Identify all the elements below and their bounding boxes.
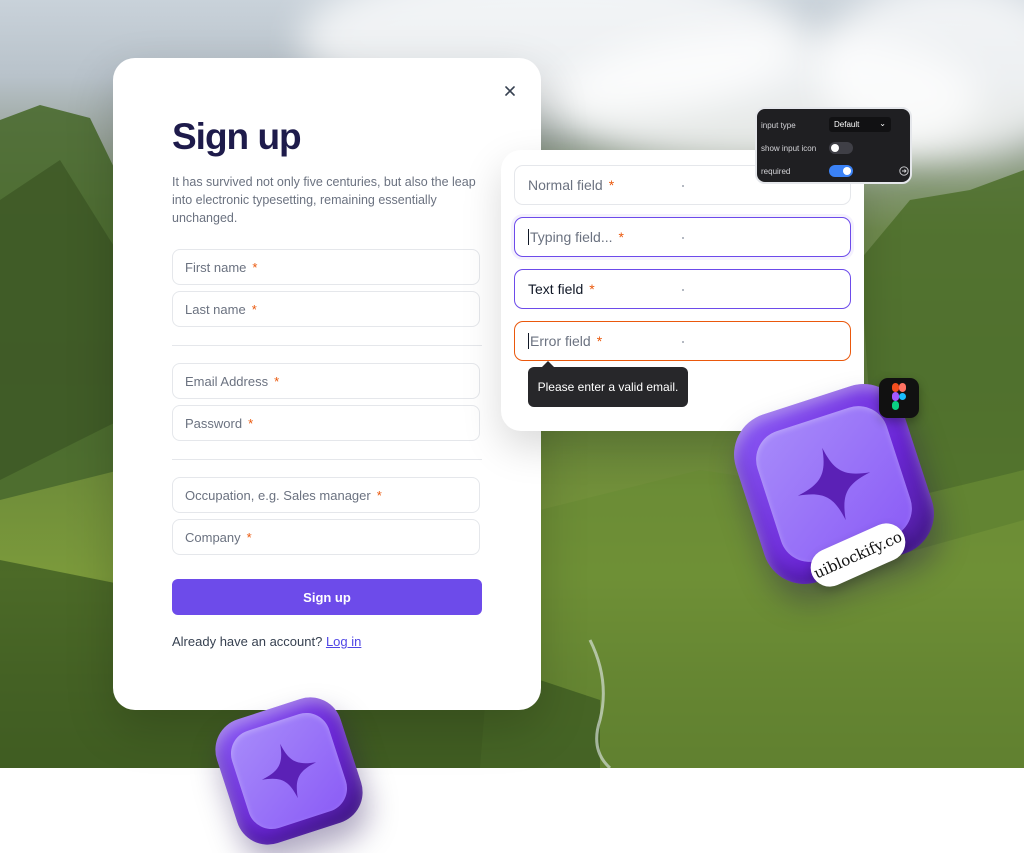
field-label: Typing field...: [530, 229, 613, 245]
show-input-icon-toggle[interactable]: [829, 142, 853, 154]
login-link[interactable]: Log in: [326, 634, 361, 649]
required-toggle[interactable]: [829, 165, 853, 177]
error-tooltip: Please enter a valid email.: [528, 361, 688, 407]
text-caret: [528, 229, 529, 245]
password-field[interactable]: Password *: [172, 405, 480, 441]
field-label: Normal field: [528, 177, 603, 193]
divider: [172, 345, 482, 346]
required-mark: *: [596, 333, 603, 349]
text-caret: [528, 333, 529, 349]
first-name-field[interactable]: First name *: [172, 249, 480, 285]
close-icon[interactable]: [500, 81, 520, 101]
sign-in-icon[interactable]: [899, 166, 909, 176]
required-label: required: [761, 167, 791, 176]
field-states-card: Normal field * Typing field... * Text fi…: [501, 150, 864, 431]
error-field[interactable]: Error field *: [514, 321, 851, 361]
required-mark: *: [608, 177, 615, 193]
field-label: Text field: [528, 281, 584, 297]
field-placeholder: Email Address: [185, 373, 269, 389]
last-name-field[interactable]: Last name *: [172, 291, 480, 327]
field-dot: [682, 289, 684, 291]
sparkle-icon: [797, 447, 871, 521]
page-title: Sign up: [172, 116, 302, 157]
chevron-down-icon: ⌄: [879, 119, 886, 128]
login-prompt: Already have an account? Log in: [172, 634, 361, 649]
typing-field[interactable]: Typing field... *: [514, 217, 851, 257]
input-properties-panel: input type Default ⌄ show input icon req…: [755, 107, 912, 184]
sign-up-button[interactable]: Sign up: [172, 579, 482, 615]
signup-description: It has survived not only five centuries,…: [172, 175, 476, 225]
required-mark: *: [248, 415, 254, 431]
field-placeholder: Password: [185, 415, 243, 431]
required-mark: *: [252, 259, 258, 275]
field-dot: [682, 341, 684, 343]
field-placeholder: Occupation, e.g. Sales manager: [185, 487, 371, 503]
figma-icon: [879, 378, 919, 418]
login-prompt-text: Already have an account?: [172, 634, 323, 649]
required-mark: *: [274, 373, 280, 389]
text-field[interactable]: Text field *: [514, 269, 851, 309]
field-placeholder: First name: [185, 259, 247, 275]
required-mark: *: [589, 281, 595, 297]
divider: [172, 459, 482, 460]
email-field[interactable]: Email Address *: [172, 363, 480, 399]
required-mark: *: [376, 487, 382, 503]
show-input-icon-label: show input icon: [761, 144, 817, 153]
required-mark: *: [251, 301, 257, 317]
required-mark: *: [618, 229, 624, 245]
field-dot: [682, 237, 684, 239]
occupation-field[interactable]: Occupation, e.g. Sales manager *: [172, 477, 480, 513]
field-placeholder: Company: [185, 529, 241, 545]
field-placeholder: Last name: [185, 301, 246, 317]
input-type-value: Default: [834, 120, 860, 129]
input-type-label: input type: [761, 121, 796, 130]
required-mark: *: [246, 529, 252, 545]
field-label: Error field: [530, 333, 591, 349]
field-dot: [682, 185, 684, 187]
signup-card: Sign up It has survived not only five ce…: [113, 58, 541, 710]
input-type-select[interactable]: Default ⌄: [829, 117, 891, 132]
company-field[interactable]: Company *: [172, 519, 480, 555]
sparkle-icon: [261, 743, 317, 799]
